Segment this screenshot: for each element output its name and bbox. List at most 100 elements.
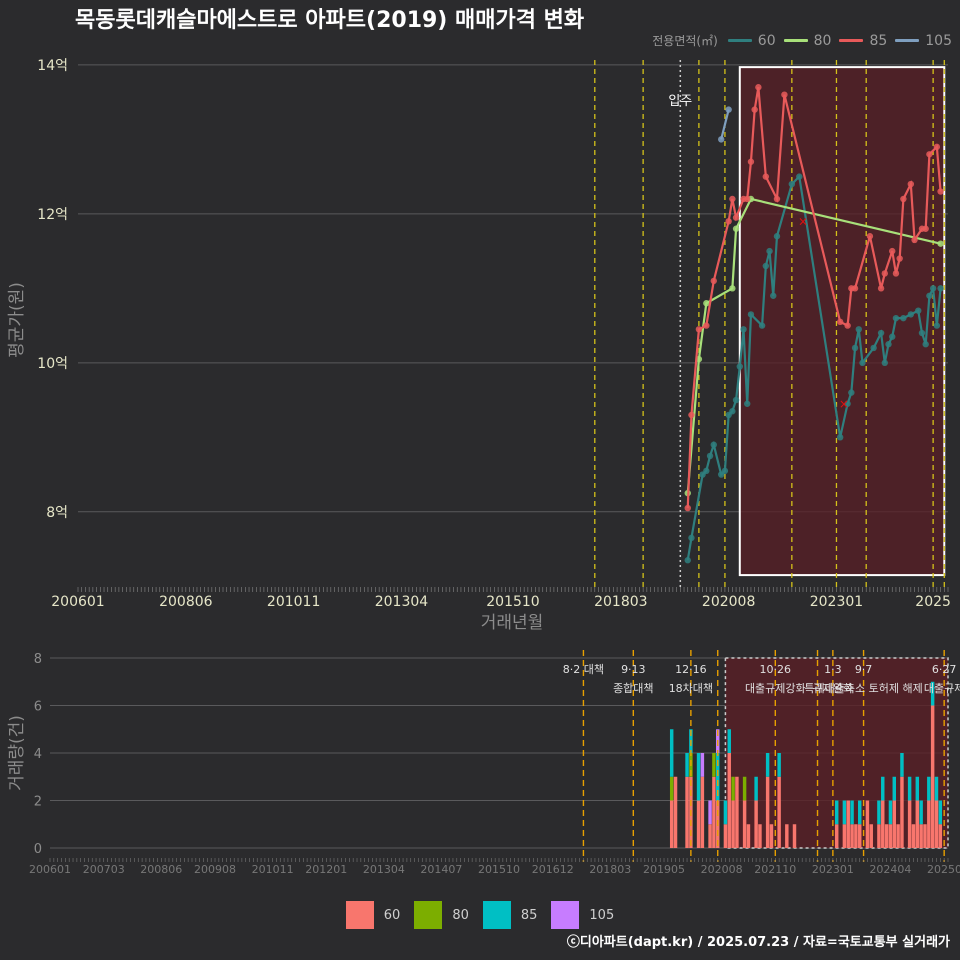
credit-text: ⓒ디아파트(dapt.kr) / 2025.07.23 / 자료=국토교통부 실… — [566, 935, 950, 950]
policy-name-label-1: 종합대책 — [613, 682, 653, 695]
volume-x-tick-label-1: 200703 — [83, 863, 125, 876]
volume-bar-85-33 — [888, 800, 893, 825]
volume-bar-60-42 — [927, 800, 931, 848]
volume-bar-60-43 — [930, 705, 935, 848]
volume-bar-60-39 — [915, 800, 920, 848]
policy-name-label-7: 특례대출축소 토허제 해제 — [804, 681, 922, 695]
volume-x-tick-label-10: 201803 — [589, 863, 631, 876]
volume-bar-60-27 — [858, 824, 862, 848]
volume-bar-85-0 — [669, 729, 674, 777]
volume-x-tick-label-9: 201612 — [532, 863, 574, 876]
policy-date-label-4: 10·26 — [760, 663, 792, 676]
volume-bar-60-34 — [892, 800, 897, 848]
volume-bar-60-31 — [881, 800, 885, 848]
volume-bar-85-19 — [777, 753, 781, 777]
volume-bar-80-0 — [669, 776, 674, 801]
volume-bar-85-25 — [850, 800, 854, 825]
volume-x-tick-label-11: 201905 — [643, 863, 685, 876]
policy-date-label-2: 12·16 — [675, 663, 707, 676]
volume-bar-60-5 — [700, 776, 705, 848]
volume-bar-60-13 — [742, 800, 747, 848]
volume-bar-80-7 — [712, 753, 716, 777]
volume-bar-85-4 — [696, 753, 701, 801]
volume-x-tick-label-13: 202110 — [754, 863, 796, 876]
volume-bar-85-45 — [938, 800, 943, 825]
bar-legend-60: 60 — [345, 901, 401, 929]
volume-bar-85-40 — [919, 800, 923, 825]
volume-bar-60-1 — [673, 776, 678, 848]
volume-bar-60-14 — [746, 824, 751, 848]
policy-date-label-6: 1·3 — [824, 663, 842, 676]
volume-bar-60-0 — [669, 800, 674, 848]
volume-bar-60-2 — [685, 776, 689, 848]
volume-y-tick-label-2: 4 — [34, 747, 42, 762]
policy-date-label-1: 9·13 — [621, 663, 646, 676]
volume-bar-85-39 — [915, 776, 920, 801]
policy-name-label-8: 대출규제 — [924, 682, 960, 695]
volume-x-tick-label-8: 201510 — [478, 863, 520, 876]
bar-legend-label-60: 60 — [383, 907, 401, 923]
volume-bar-60-35 — [896, 824, 900, 848]
volume-x-tick-label-12: 202008 — [701, 863, 743, 876]
bar-legend-swatch-60 — [345, 901, 374, 929]
volume-bar-85-17 — [765, 753, 770, 777]
volume-x-tick-label-2: 200806 — [140, 863, 182, 876]
volume-bar-85-22 — [834, 800, 839, 825]
volume-bar-60-40 — [919, 824, 923, 848]
volume-bar-60-36 — [900, 776, 904, 848]
volume-bar-85-34 — [892, 776, 897, 801]
volume-bar-85-15 — [754, 776, 758, 801]
volume-bar-85-2 — [685, 753, 689, 777]
volume-bar-60-33 — [888, 824, 893, 848]
volume-bar-105-6 — [708, 800, 712, 825]
bar-legend-swatch-105 — [551, 901, 580, 929]
volume-bar-60-28 — [865, 800, 870, 848]
legend-bottom: 60 80 85 105 — [0, 901, 960, 929]
volume-y-tick-label-1: 2 — [34, 795, 42, 810]
volume-bar-60-25 — [850, 824, 854, 848]
volume-bar-60-10 — [727, 753, 731, 848]
volume-bar-85-23 — [842, 800, 847, 825]
volume-y-tick-label-4: 8 — [34, 652, 42, 667]
volume-bar-85-9 — [723, 800, 728, 825]
volume-bar-105-5 — [700, 753, 705, 777]
policy-name-label-2: 18차대책 — [669, 682, 713, 695]
bar-legend-label-85: 85 — [520, 907, 538, 923]
volume-bar-60-21 — [792, 824, 797, 848]
volume-bar-60-19 — [777, 776, 781, 848]
volume-bar-60-9 — [723, 824, 728, 848]
volume-bar-85-44 — [934, 776, 939, 801]
volume-bar-85-36 — [900, 753, 904, 777]
volume-bar-85-30 — [877, 800, 881, 825]
volume-x-tick-label-4: 201011 — [252, 863, 294, 876]
volume-x-tick-label-6: 201304 — [363, 863, 405, 876]
volume-x-tick-label-0: 200601 — [29, 863, 71, 876]
volume-bar-85-37 — [907, 776, 912, 801]
volume-bar-60-7 — [712, 776, 716, 848]
volume-bar-60-41 — [923, 824, 927, 848]
volume-bar-60-26 — [854, 824, 858, 848]
bar-legend-swatch-85 — [482, 901, 511, 929]
volume-bar-60-29 — [869, 824, 873, 848]
volume-bar-60-12 — [735, 776, 739, 848]
volume-bar-80-11 — [731, 776, 735, 801]
volume-bar-60-32 — [884, 824, 889, 848]
bar-legend-80: 80 — [414, 901, 469, 929]
volume-y-tick-label-3: 6 — [34, 700, 42, 715]
volume-chart: 0 2 4 6 8 8·2 대책 9·13 종합대책 12·16 18차대책 10·26 대출규제강화… — [7, 650, 960, 876]
volume-bar-60-22 — [834, 824, 839, 848]
volume-y-axis-title: 거래량(건) — [7, 715, 27, 791]
volume-bar-60-18 — [769, 824, 774, 848]
volume-bar-60-23 — [842, 824, 847, 848]
volume-bar-60-38 — [911, 824, 916, 848]
volume-bar-60-20 — [785, 824, 789, 848]
volume-x-tick-label-14: 202301 — [812, 863, 854, 876]
volume-y-tick-label-0: 0 — [34, 842, 42, 857]
volume-bar-60-24 — [846, 800, 850, 848]
volume-bar-60-30 — [877, 824, 881, 848]
policy-date-label-8: 6·27 — [932, 663, 957, 676]
volume-bar-60-17 — [765, 776, 770, 848]
volume-bar-85-31 — [881, 776, 885, 801]
bar-legend-label-80: 80 — [452, 907, 469, 923]
volume-x-tick-label-15: 202404 — [869, 863, 911, 876]
